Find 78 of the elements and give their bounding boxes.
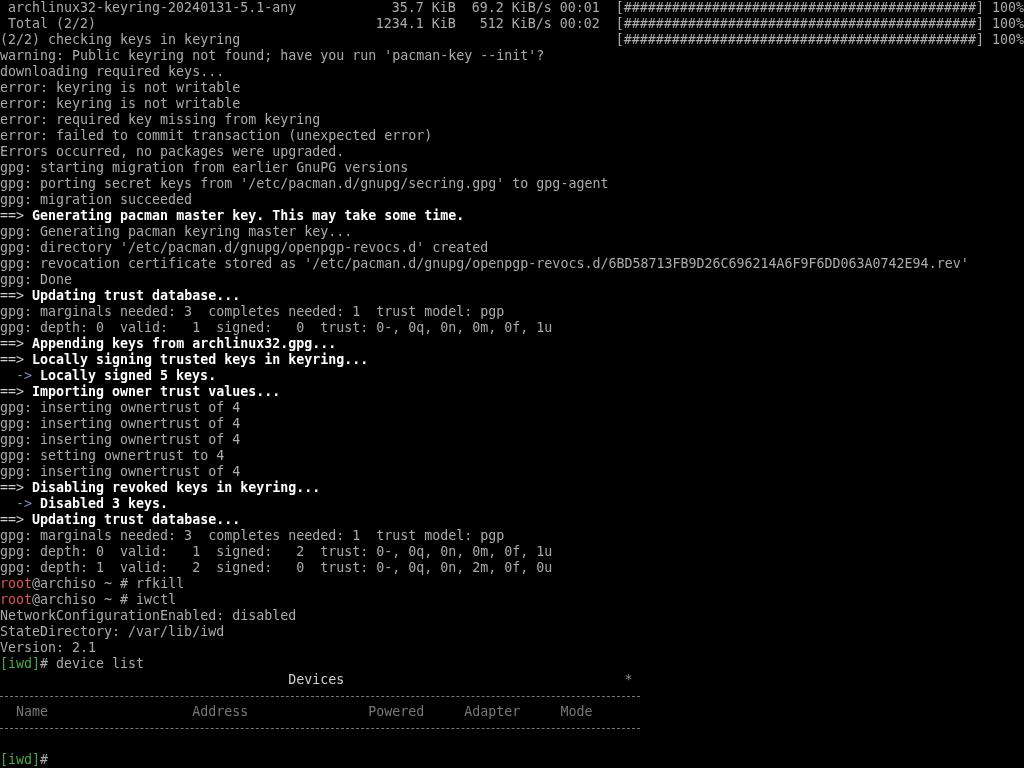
step-message: Disabling revoked keys in keyring... [32,480,321,496]
package-label: archlinux32-keyring-20240131-5.1-any [8,0,298,16]
size-text: 35.7 KiB [391,0,456,15]
size-text: 1234.1 KiB [375,16,456,31]
arrow-marker: ==> [0,208,25,224]
rate-text: 69.2 KiB/s [471,0,552,15]
rate-text: 512 KiB/s [479,16,552,31]
table-title: Devices [288,672,345,688]
percent-text: 100% [992,16,1024,32]
step-message: Generating pacman master key. This may take some time. [32,208,465,224]
output-line: Errors occurred, no packages were upgraded. [0,144,346,160]
arrow-marker: ==> [0,384,25,400]
output-line: gpg: depth: 1 valid: 2 signed: 0 trust: 0-, 0q, 0n, 2m, 0f, 0u [0,560,554,576]
output-line: gpg: inserting ownertrust of 4 [0,416,242,432]
progress-bar-text: [############################################] [615,32,984,48]
output-line: error: keyring is not writable [0,96,242,112]
arrow-marker: ==> [0,336,25,352]
step-message: Locally signing trusted keys in keyring... [32,352,369,368]
output-line: error: required key missing from keyring [0,112,322,128]
step-message: Disabled 3 keys. [40,496,169,512]
user-name: root [0,592,33,608]
host-prompt: @archiso ~ # [32,576,129,592]
percent-text: 100% [991,32,1024,48]
percent-text: 100% [992,0,1024,16]
user-name: root [0,576,33,592]
output-line: error: failed to commit transaction (unexpected error) [0,128,434,144]
arrow-marker: ==> [0,352,25,368]
output-line: gpg: directory '/etc/pacman.d/gnupg/openpgp-revocs.d' created [0,240,490,256]
output-line: gpg: Generating pacman keyring master key... [0,224,354,240]
output-line: error: keyring is not writable [0,80,242,96]
output-line: gpg: porting secret keys from '/etc/pacman.d/gnupg/secring.gpg' to gpg-agent [0,176,610,192]
output-line: gpg: depth: 0 valid: 1 signed: 2 trust: 0-, 0q, 0n, 0m, 0f, 1u [0,544,554,560]
arrow-marker: -> [16,496,32,512]
output-line: gpg: depth: 0 valid: 1 signed: 0 trust: 0-, 0q, 0n, 0m, 0f, 1u [0,320,554,336]
arrow-marker: ==> [0,480,25,496]
output-line: downloading required keys... [0,64,226,80]
step-message: Importing owner trust values... [32,384,281,400]
step-message: Locally signed 5 keys. [40,368,217,384]
progress-bar-text: [############################################] [615,16,984,32]
output-line: gpg: migration succeeded [0,192,194,208]
time-text: 00:01 [559,0,600,15]
iwd-prompt: [iwd] [0,752,41,768]
output-line: gpg: inserting ownertrust of 4 [0,432,242,448]
table-marker: * [624,672,633,688]
output-line: gpg: setting ownertrust to 4 [0,448,226,464]
output-line: gpg: marginals needed: 3 completes needed: 1 trust model: pgp [0,304,506,320]
column-header: Name [16,704,49,720]
prompt-symbol: # [40,656,49,672]
output-line: gpg: starting migration from earlier GnuPG versions [0,160,410,176]
output-line: NetworkConfigurationEnabled: disabled [0,608,298,624]
host-prompt: @archiso ~ # [32,592,129,608]
command-text: iwctl [136,592,177,608]
output-line: gpg: revocation certificate stored as '/etc/pacman.d/gnupg/openpgp-revocs.d/6BD58713FB9D26C696214A6F9F6DD063A0742E94.rev' [0,256,970,272]
output-line: gpg: inserting ownertrust of 4 [0,400,242,416]
output-line: warning: Public keyring not found; have you run 'pacman-key --init'? [0,48,546,64]
package-label: (2/2) checking keys in keyring [0,32,242,48]
output-line: gpg: inserting ownertrust of 4 [0,464,242,480]
prompt-symbol: # [40,752,49,768]
arrow-marker: -> [16,368,32,384]
package-label: Total (2/2) [8,16,98,32]
column-header: Mode [560,704,593,720]
column-header: Powered [368,704,425,720]
command-text: device list [56,656,145,672]
output-line: gpg: marginals needed: 3 completes needed: 1 trust model: pgp [0,528,506,544]
step-message: Updating trust database... [32,288,241,304]
output-line: StateDirectory: /var/lib/iwd [0,624,226,640]
output-line: gpg: Done [0,272,74,288]
iwd-prompt: [iwd] [0,656,41,672]
time-text: 00:02 [559,16,600,31]
arrow-marker: ==> [0,288,25,304]
column-header: Address [192,704,249,720]
column-header: Adapter [464,704,521,720]
arrow-marker: ==> [0,512,25,528]
progress-bar-text: [############################################] [615,0,984,16]
command-text: rfkill [136,576,185,592]
step-message: Appending keys from archlinux32.gpg... [32,336,337,352]
step-message: Updating trust database... [32,512,241,528]
output-line: Version: 2.1 [0,640,98,656]
